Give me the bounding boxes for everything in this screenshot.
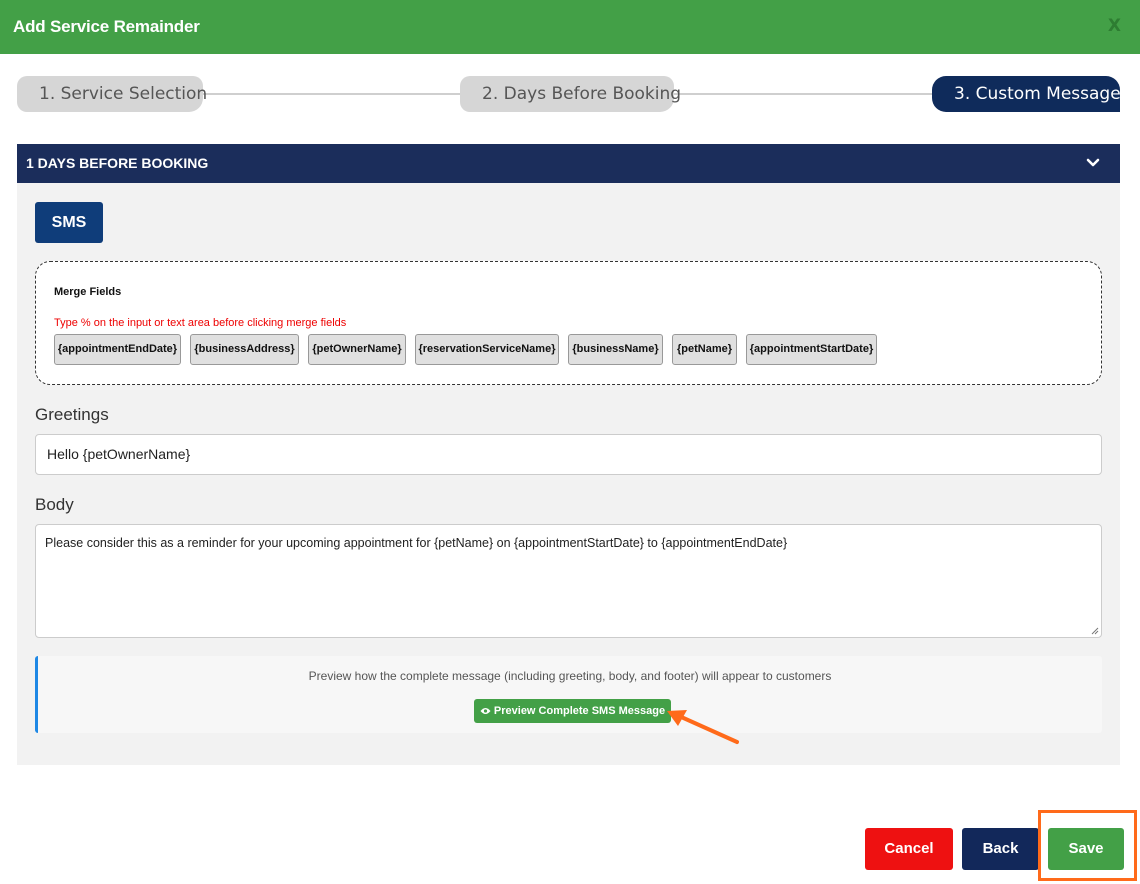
merge-chip-business-name[interactable]: {businessName} — [568, 334, 663, 365]
merge-fields-note: Type % on the input or text area before … — [54, 317, 347, 329]
merge-chip-pet-owner-name[interactable]: {petOwnerName} — [308, 334, 406, 365]
stepper: 1. Service Selection 2. Days Before Book… — [17, 76, 1121, 112]
sms-channel-button[interactable]: SMS — [35, 202, 103, 243]
step-custom-message[interactable]: 3. Custom Message — [932, 76, 1121, 112]
back-button[interactable]: Back — [962, 828, 1039, 870]
merge-fields-box: Merge Fields Type % on the input or text… — [35, 261, 1102, 385]
preview-description: Preview how the complete message (includ… — [308, 669, 832, 683]
preview-section: Preview how the complete message (includ… — [35, 656, 1102, 733]
eye-icon — [480, 708, 491, 715]
close-button[interactable]: X — [1108, 16, 1121, 36]
merge-chip-appointment-end-date[interactable]: {appointmentEndDate} — [54, 334, 181, 365]
panel-header[interactable]: 1 DAYS BEFORE BOOKING — [17, 144, 1120, 183]
save-highlight-box — [1038, 810, 1137, 881]
step-days-before-booking[interactable]: 2. Days Before Booking — [460, 76, 681, 112]
add-service-reminder-modal: Add Service Remainder X 1. Service Selec… — [0, 0, 1140, 884]
body-text: Please consider this as a reminder for y… — [45, 536, 788, 550]
preview-sms-button[interactable]: Preview Complete SMS Message — [474, 699, 671, 723]
resize-handle-icon[interactable] — [1091, 627, 1099, 635]
greetings-input[interactable]: Hello {petOwnerName} — [35, 434, 1102, 475]
greetings-label: Greetings — [35, 405, 109, 424]
body-label: Body — [35, 495, 74, 514]
preview-sms-button-label: Preview Complete SMS Message — [493, 705, 666, 717]
panel-title: 1 DAYS BEFORE BOOKING — [26, 155, 209, 171]
reminder-panel: 1 DAYS BEFORE BOOKING SMS Merge Fields T… — [17, 144, 1120, 765]
merge-chip-reservation-service-name[interactable]: {reservationServiceName} — [415, 334, 559, 365]
body-textarea[interactable]: Please consider this as a reminder for y… — [35, 524, 1102, 638]
chevron-down-icon[interactable] — [1086, 156, 1100, 170]
step-service-selection[interactable]: 1. Service Selection — [17, 76, 207, 112]
annotation-arrow-icon — [667, 710, 739, 744]
cancel-button[interactable]: Cancel — [865, 828, 953, 870]
merge-chip-appointment-start-date[interactable]: {appointmentStartDate} — [746, 334, 877, 365]
merge-chip-pet-name[interactable]: {petName} — [672, 334, 737, 365]
modal-header: Add Service Remainder X — [0, 0, 1140, 54]
merge-fields-title: Merge Fields — [54, 286, 122, 298]
merge-chip-business-address[interactable]: {businessAddress} — [190, 334, 299, 365]
modal-title: Add Service Remainder — [13, 17, 200, 36]
